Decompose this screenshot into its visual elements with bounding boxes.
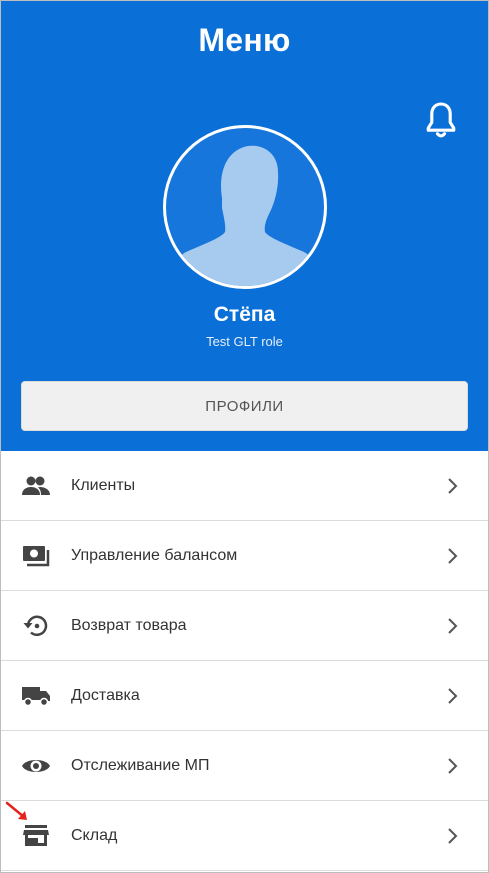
app-window: Меню Стёпа Test GLT role ПРОФИЛИ Клиенты… xyxy=(0,0,489,873)
profile-header: Стёпа Test GLT role ПРОФИЛИ xyxy=(1,79,488,451)
chevron-right-icon xyxy=(448,757,458,774)
menu-list: Клиенты Управление балансом Возврат това… xyxy=(1,451,488,871)
menu-item-label: Клиенты xyxy=(71,476,136,494)
profiles-button[interactable]: ПРОФИЛИ xyxy=(21,381,468,431)
user-name: Стёпа xyxy=(213,303,276,326)
chevron-right-icon xyxy=(448,827,458,844)
menu-item-returns[interactable]: Возврат товара xyxy=(1,591,488,661)
user-role: Test GLT role xyxy=(206,334,283,349)
chevron-right-icon xyxy=(448,687,458,704)
menu-item-tracking[interactable]: Отслеживание МП xyxy=(1,731,488,801)
chevron-right-icon xyxy=(448,547,458,564)
menu-item-label: Склад xyxy=(71,826,118,844)
app-bar: Меню xyxy=(1,1,488,79)
chevron-right-icon xyxy=(448,617,458,634)
people-icon xyxy=(21,473,51,499)
page-title: Меню xyxy=(198,21,291,58)
money-icon xyxy=(21,543,51,569)
menu-item-clients[interactable]: Клиенты xyxy=(1,451,488,521)
menu-item-balance[interactable]: Управление балансом xyxy=(1,521,488,591)
eye-icon xyxy=(21,753,51,779)
user-silhouette-icon xyxy=(174,145,316,286)
menu-item-label: Отслеживание МП xyxy=(71,756,210,774)
return-icon xyxy=(21,613,51,639)
menu-item-warehouse[interactable]: Склад xyxy=(1,801,488,871)
annotation-arrow-icon xyxy=(5,801,27,820)
bell-icon[interactable] xyxy=(424,101,458,141)
menu-item-delivery[interactable]: Доставка xyxy=(1,661,488,731)
chevron-right-icon xyxy=(448,477,458,494)
menu-item-label: Доставка xyxy=(71,686,140,704)
menu-item-label: Возврат товара xyxy=(71,616,187,634)
menu-item-label: Управление балансом xyxy=(71,546,238,564)
truck-icon xyxy=(21,683,51,709)
avatar[interactable] xyxy=(163,125,327,289)
store-icon xyxy=(21,823,51,849)
